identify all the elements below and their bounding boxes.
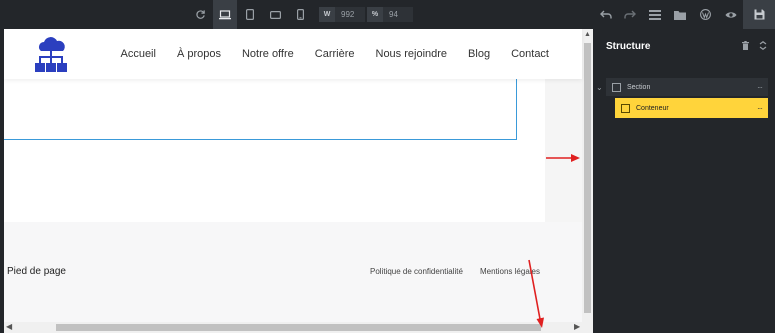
main-nav: Accueil À propos Notre offre Carrière No… xyxy=(99,29,549,79)
trash-icon[interactable] xyxy=(742,41,749,50)
scroll-right-icon[interactable]: ▶ xyxy=(574,322,580,331)
mobile-view-icon[interactable] xyxy=(290,0,310,29)
structure-panel: Structure ⌄ Section ··· Conteneur ··· xyxy=(594,29,775,333)
zoom-tag: % xyxy=(367,7,383,22)
tree-item-label: Conteneur xyxy=(636,104,669,112)
nav-carriere[interactable]: Carrière xyxy=(315,48,355,60)
horizontal-scrollbar[interactable]: ◀ ▶ xyxy=(4,322,593,333)
selected-container-outline[interactable] xyxy=(4,79,517,140)
list-layers-icon[interactable] xyxy=(646,0,664,29)
section-margin xyxy=(545,79,582,222)
refresh-icon[interactable] xyxy=(190,0,210,29)
cloud-network-logo-icon xyxy=(35,37,67,72)
site-footer: Pied de page Politique de confidentialit… xyxy=(4,222,582,322)
collapse-icon[interactable] xyxy=(759,41,767,50)
nav-nous-rejoindre[interactable]: Nous rejoindre xyxy=(376,48,448,60)
nav-blog[interactable]: Blog xyxy=(468,48,490,60)
panel-title: Structure xyxy=(606,41,651,52)
tablet-portrait-icon[interactable] xyxy=(240,0,260,29)
tablet-landscape-icon[interactable] xyxy=(264,0,286,29)
vertical-scrollbar[interactable]: ▲ xyxy=(582,29,593,322)
more-options-icon[interactable]: ··· xyxy=(757,83,763,92)
top-toolbar: W 992 % 94 xyxy=(0,0,775,29)
scroll-up-icon[interactable]: ▲ xyxy=(584,31,591,38)
width-field[interactable]: W 992 xyxy=(319,7,365,22)
wordpress-icon[interactable] xyxy=(696,0,714,29)
chevron-down-icon[interactable]: ⌄ xyxy=(596,83,606,92)
scroll-left-icon[interactable]: ◀ xyxy=(6,322,12,331)
vertical-scroll-thumb[interactable] xyxy=(584,43,591,313)
tree-item-conteneur[interactable]: Conteneur ··· xyxy=(615,98,768,118)
editor-window: W 992 % 94 Accueil À propos Notre offre … xyxy=(0,0,775,333)
section-checkbox-icon xyxy=(612,82,621,92)
zoom-input[interactable]: 94 xyxy=(383,7,413,22)
preview-canvas[interactable]: Accueil À propos Notre offre Carrière No… xyxy=(4,29,593,333)
tree-item-label: Section xyxy=(627,83,651,91)
more-options-icon[interactable]: ··· xyxy=(757,104,763,113)
nav-notre-offre[interactable]: Notre offre xyxy=(242,48,294,60)
width-tag: W xyxy=(319,7,335,22)
site-header: Accueil À propos Notre offre Carrière No… xyxy=(4,29,582,79)
panel-actions xyxy=(742,41,767,50)
zoom-field[interactable]: % 94 xyxy=(367,7,413,22)
save-button[interactable] xyxy=(743,0,775,29)
redo-icon[interactable] xyxy=(621,0,639,29)
footer-link-legal[interactable]: Mentions légales xyxy=(480,267,540,276)
footer-title: Pied de page xyxy=(7,266,66,277)
eye-preview-icon[interactable] xyxy=(721,0,741,29)
width-input[interactable]: 992 xyxy=(335,7,365,22)
nav-a-propos[interactable]: À propos xyxy=(177,48,221,60)
laptop-view-icon[interactable] xyxy=(213,0,237,29)
nav-contact[interactable]: Contact xyxy=(511,48,549,60)
tree-item-section[interactable]: ⌄ Section ··· xyxy=(596,78,768,96)
container-checkbox-icon xyxy=(621,103,630,113)
section-content[interactable] xyxy=(4,79,545,222)
footer-link-privacy[interactable]: Politique de confidentialité xyxy=(370,267,463,276)
undo-icon[interactable] xyxy=(597,0,615,29)
horizontal-scroll-thumb[interactable] xyxy=(56,324,541,331)
footer-links: Politique de confidentialité Mentions lé… xyxy=(370,267,540,276)
save-icon xyxy=(754,9,764,20)
nav-accueil[interactable]: Accueil xyxy=(120,48,155,60)
folder-icon[interactable] xyxy=(671,0,689,29)
